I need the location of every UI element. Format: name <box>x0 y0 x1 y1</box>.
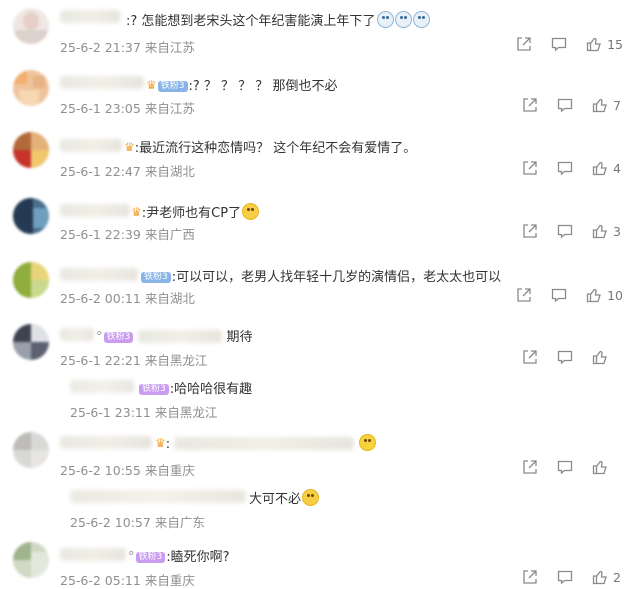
comment-meta: 25-6-1 22:21 来自黑龙江 <box>60 353 208 368</box>
comment-text: ° 铁粉3:瞌死你啊? <box>128 550 230 565</box>
like-count: 15 <box>607 36 623 52</box>
fan-badge: 铁粉3 <box>141 272 171 283</box>
share-icon[interactable] <box>522 223 538 239</box>
username[interactable] <box>60 548 126 561</box>
comment-actions <box>503 349 623 365</box>
username[interactable] <box>60 10 120 23</box>
username[interactable] <box>60 328 94 341</box>
avatar[interactable] <box>13 70 49 106</box>
share-icon[interactable] <box>522 160 538 176</box>
comment-hidden-text <box>174 437 355 450</box>
comment-icon[interactable] <box>557 569 573 585</box>
avatar[interactable] <box>13 8 49 44</box>
comment-icon[interactable] <box>551 36 567 52</box>
comment-meta: 25-6-1 22:47 来自湖北 <box>60 164 195 179</box>
avatar[interactable] <box>13 262 49 298</box>
username[interactable] <box>60 436 152 449</box>
comment-icon[interactable] <box>557 349 573 365</box>
laugh-emoji-icon <box>242 203 260 220</box>
username[interactable] <box>60 76 144 89</box>
comment-text: ♛:最近流行这种恋情吗？ 这个年纪不会有爱情了。 <box>124 140 417 156</box>
like-icon[interactable] <box>592 349 608 365</box>
comment-text: ♛:尹老师也有CP了 <box>131 202 260 221</box>
fan-crown-icon: ♛ <box>146 78 157 92</box>
comment-actions: 10 <box>497 287 623 303</box>
avatar[interactable] <box>13 132 49 168</box>
like-count: 10 <box>607 287 623 303</box>
reply-text: 大可不必 <box>249 488 320 507</box>
avatar[interactable] <box>13 324 49 360</box>
comment-actions <box>503 459 623 475</box>
username-suffix <box>138 330 223 343</box>
fan-crown-icon: ♛ <box>155 436 166 450</box>
like-count: 3 <box>613 223 621 239</box>
comment-meta: 25-6-2 05:11 来自重庆 <box>60 573 195 588</box>
fan-crown-icon: ♛ <box>131 205 142 219</box>
share-icon[interactable] <box>522 97 538 113</box>
share-icon[interactable] <box>522 569 538 585</box>
comment-meta: 25-6-1 23:05 来自江苏 <box>60 101 195 116</box>
fan-badge: 铁粉3 <box>139 384 169 395</box>
like-icon[interactable] <box>592 569 608 585</box>
comment-icon[interactable] <box>557 160 573 176</box>
comment-actions: 3 <box>503 223 623 239</box>
doge-emoji-icon <box>395 11 413 28</box>
username[interactable] <box>60 268 138 281</box>
like-count: 7 <box>613 97 621 113</box>
reply-meta: 25-6-1 23:11 来自黑龙江 <box>70 405 218 420</box>
avatar[interactable] <box>13 198 49 234</box>
like-icon[interactable] <box>592 97 608 113</box>
share-icon[interactable] <box>516 287 532 303</box>
comment-icon[interactable] <box>551 287 567 303</box>
laugh-emoji-icon <box>302 489 320 506</box>
share-icon[interactable] <box>516 36 532 52</box>
doge-emoji-icon <box>413 11 431 28</box>
avatar[interactable] <box>13 432 49 468</box>
like-count: 4 <box>613 160 621 176</box>
comment-text: ♛ 铁粉3:? ？ ？ ？ ？ 那倒也不必 <box>146 78 338 94</box>
smile-emoji-icon <box>359 434 377 451</box>
username[interactable] <box>70 490 246 503</box>
comment-meta: 25-6-2 00:11 来自湖北 <box>60 291 195 306</box>
reply-meta: 25-6-2 10:57 来自广东 <box>70 515 205 530</box>
reply-text: 铁粉3:哈哈哈很有趣 <box>138 378 252 397</box>
doge-emoji-icon <box>377 11 395 28</box>
username[interactable] <box>60 139 122 152</box>
like-icon[interactable] <box>592 223 608 239</box>
username[interactable] <box>70 380 134 393</box>
comment-text: 铁粉3:可以可以，老男人找年轻十几岁的演情侣，老太太也可以 <box>140 266 501 285</box>
comment-text: ° 铁粉3 期待 <box>96 330 253 345</box>
comment-icon[interactable] <box>557 459 573 475</box>
like-count: 2 <box>613 569 621 585</box>
comment-meta: 25-6-2 21:37 来自江苏 <box>60 40 195 55</box>
username[interactable] <box>60 204 130 217</box>
avatar[interactable] <box>13 542 49 578</box>
comment-actions: 15 <box>497 36 623 52</box>
fan-badge: 铁粉3 <box>157 81 188 92</box>
like-icon[interactable] <box>592 160 608 176</box>
comment-meta: 25-6-2 10:55 来自重庆 <box>60 463 195 478</box>
comment-actions: 2 <box>503 569 623 585</box>
comment-text: :? 怎能想到老宋头这个年纪害能演上年下了 <box>126 10 431 29</box>
like-icon[interactable] <box>586 36 602 52</box>
comment-text: ♛: <box>155 434 377 452</box>
comment-icon[interactable] <box>557 223 573 239</box>
share-icon[interactable] <box>522 459 538 475</box>
like-icon[interactable] <box>586 287 602 303</box>
comment-actions: 7 <box>503 97 623 113</box>
fan-badge: 铁粉3 <box>135 552 166 563</box>
comment-icon[interactable] <box>557 97 573 113</box>
like-icon[interactable] <box>592 459 608 475</box>
share-icon[interactable] <box>522 349 538 365</box>
comment-actions: 4 <box>503 160 623 176</box>
fan-badge: 铁粉3 <box>103 332 134 343</box>
comment-meta: 25-6-1 22:39 来自广西 <box>60 227 195 242</box>
fan-crown-icon: ♛ <box>124 140 135 154</box>
